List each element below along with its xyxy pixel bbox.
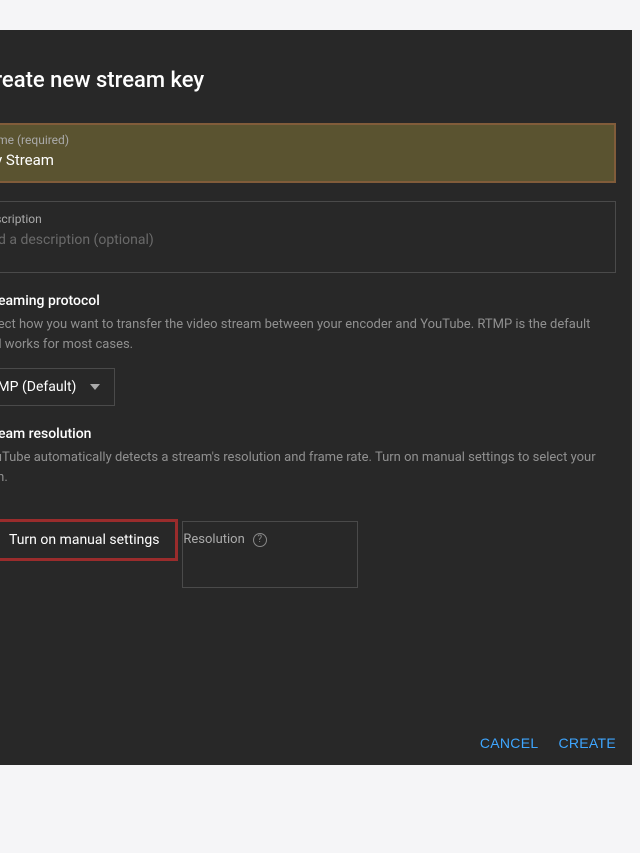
protocol-title: Streaming protocol xyxy=(0,293,632,309)
resolution-dropdown-label: Resolution xyxy=(183,532,244,547)
name-input[interactable]: My Stream xyxy=(0,151,602,169)
manual-settings-label: Turn on manual settings xyxy=(9,532,159,548)
dialog-footer: CANCEL CREATE xyxy=(0,721,632,765)
protocol-selected: RTMP (Default) xyxy=(0,379,76,395)
manual-settings-checkbox[interactable]: ✓ Turn on manual settings xyxy=(0,519,178,561)
description-label: Description xyxy=(0,212,603,226)
dialog-title: Create new stream key xyxy=(0,68,632,93)
help-icon[interactable]: ? xyxy=(253,533,267,547)
name-field[interactable]: Name (required) My Stream xyxy=(0,123,616,183)
description-field[interactable]: Description Add a description (optional) xyxy=(0,201,616,273)
resolution-title: Stream resolution xyxy=(0,426,632,442)
create-stream-key-dialog: Create new stream key Name (required) My… xyxy=(0,30,632,765)
resolution-desc: YouTube automatically detects a stream's… xyxy=(0,448,632,487)
name-label: Name (required) xyxy=(0,133,602,147)
resolution-dropdown[interactable]: Resolution ? xyxy=(182,521,357,588)
protocol-desc: Select how you want to transfer the vide… xyxy=(0,315,632,354)
protocol-dropdown[interactable]: RTMP (Default) xyxy=(0,368,115,406)
description-input[interactable]: Add a description (optional) xyxy=(0,232,603,248)
cancel-button[interactable]: CANCEL xyxy=(480,735,539,751)
create-button[interactable]: CREATE xyxy=(558,735,616,751)
chevron-down-icon xyxy=(90,384,100,390)
